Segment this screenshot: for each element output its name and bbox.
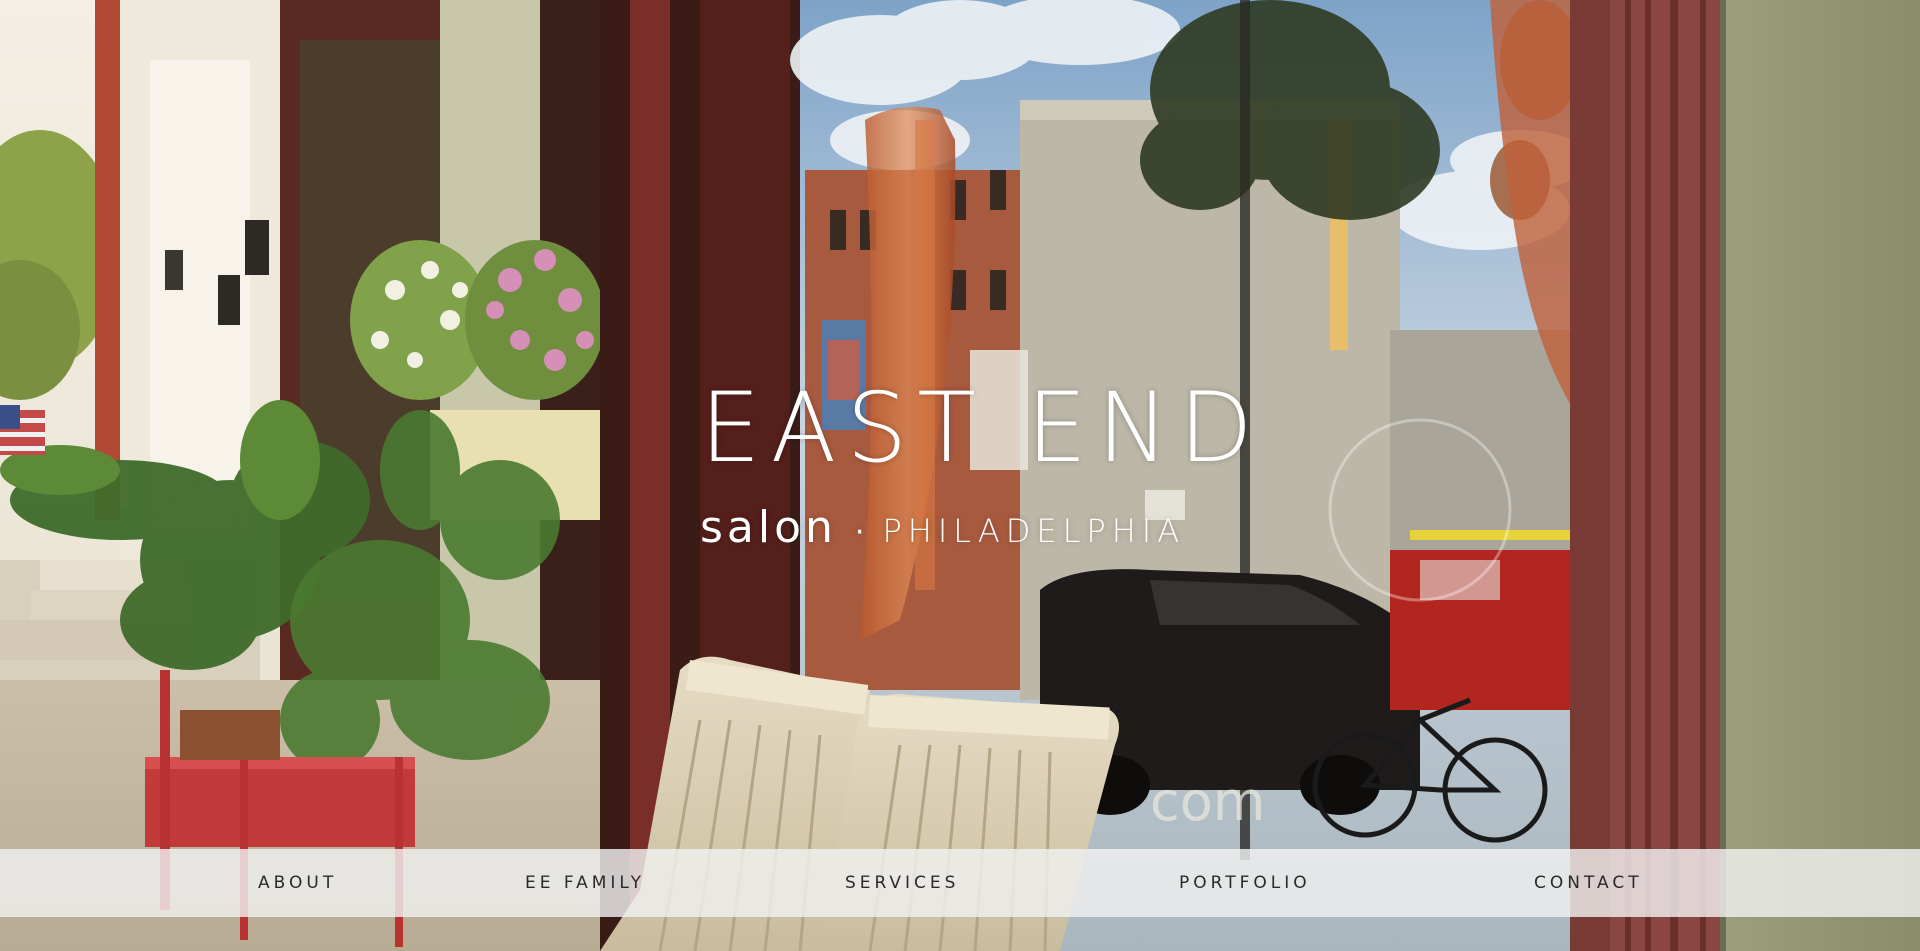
svg-text:com: com [1150, 770, 1265, 833]
nav-ee-family[interactable]: EE FAMILY [525, 849, 645, 917]
brand-salon-text: salon [700, 502, 837, 553]
brand-logo[interactable]: EAST END salon · PHILADELPHIA [700, 372, 1263, 553]
hero-section: com EAST END salon · PHILADELPHIA ABOUT … [0, 0, 1920, 951]
brand-city-text: PHILADELPHIA [882, 512, 1186, 550]
nav-portfolio[interactable]: PORTFOLIO [1179, 849, 1311, 917]
brand-title: EAST END [700, 372, 1263, 484]
brand-separator: · [854, 515, 865, 550]
nav-services[interactable]: SERVICES [845, 849, 959, 917]
nav-about[interactable]: ABOUT [258, 849, 337, 917]
main-navigation: ABOUT EE FAMILY SERVICES PORTFOLIO CONTA… [0, 849, 1920, 917]
brand-subtitle: salon · PHILADELPHIA [700, 502, 1220, 553]
nav-contact[interactable]: CONTACT [1534, 849, 1643, 917]
